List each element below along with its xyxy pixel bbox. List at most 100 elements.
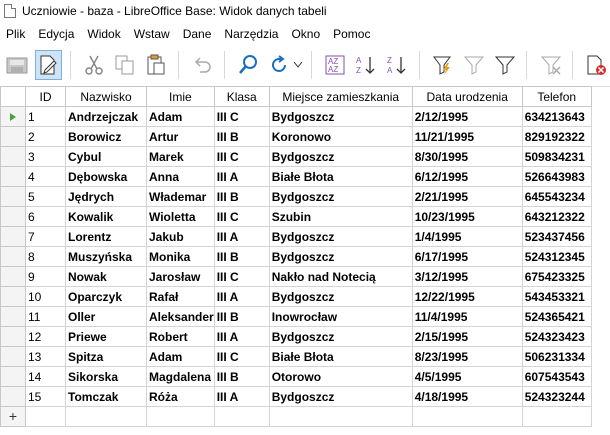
cell-telefon[interactable]: 829192322 [521, 126, 592, 147]
menu-widok[interactable]: Widok [81, 27, 127, 41]
cell-miejsce[interactable]: Inowrocław [268, 306, 413, 327]
new-record-selector[interactable]: + [0, 406, 26, 427]
cell-miejsce[interactable]: Bydgoszcz [268, 286, 413, 307]
row-selector[interactable] [0, 186, 26, 207]
new-record-cell[interactable] [213, 406, 270, 427]
table-row[interactable]: 4 Dębowska Anna III A Białe Błota 6/12/1995 52… [0, 166, 592, 187]
cell-klasa[interactable]: III A [213, 326, 270, 347]
row-selector[interactable] [0, 386, 26, 407]
cell-nazwisko[interactable]: Spitza [65, 346, 147, 367]
cell-telefon[interactable]: 506231334 [521, 346, 592, 367]
cell-nazwisko[interactable]: Jędrych [65, 186, 147, 207]
cell-miejsce[interactable]: Bydgoszcz [268, 106, 413, 127]
table-row[interactable]: 5 Jędrych Włademar III B Bydgoszcz 2/21/1995 6… [0, 186, 592, 207]
table-row[interactable]: 13 Spitza Adam III C Białe Błota 8/23/1995 506… [0, 346, 592, 367]
cell-imie[interactable]: Robert [146, 326, 215, 347]
cell-telefon[interactable]: 523437456 [521, 226, 592, 247]
row-header-corner[interactable] [0, 86, 26, 107]
table-row[interactable]: 6 Kowalik Wioletta III C Szubin 10/23/1995 643… [0, 206, 592, 227]
cell-telefon[interactable]: 675423325 [521, 266, 592, 287]
cell-nazwisko[interactable]: Sikorska [65, 366, 147, 387]
cell-imie[interactable]: Anna [146, 166, 215, 187]
cell-telefon[interactable]: 645543234 [521, 186, 592, 207]
cell-klasa[interactable]: III C [213, 346, 270, 367]
cell-telefon[interactable]: 509834231 [521, 146, 592, 167]
cell-telefon[interactable]: 543453321 [521, 286, 592, 307]
cell-nazwisko[interactable]: Oparczyk [65, 286, 147, 307]
menu-plik[interactable]: Plik [0, 27, 32, 41]
cell-miejsce[interactable]: Białe Błota [268, 166, 413, 187]
row-selector[interactable] [0, 146, 26, 167]
copy-button[interactable] [112, 50, 139, 80]
cell-miejsce[interactable]: Otorowo [268, 366, 413, 387]
cell-data-urodzenia[interactable]: 8/23/1995 [411, 346, 523, 367]
refresh-button[interactable] [265, 50, 292, 80]
cell-id[interactable]: 15 [25, 386, 66, 407]
cell-id[interactable]: 14 [25, 366, 66, 387]
cell-nazwisko[interactable]: Andrzejczak [65, 106, 147, 127]
new-record-cell[interactable] [268, 406, 413, 427]
sort-descending-button[interactable]: Z A [384, 50, 411, 80]
column-header-data-urodzenia[interactable]: Data urodzenia [411, 86, 523, 107]
row-selector[interactable] [0, 246, 26, 267]
autofilter-button[interactable] [430, 50, 457, 80]
row-selector[interactable] [0, 286, 26, 307]
cell-nazwisko[interactable]: Nowak [65, 266, 147, 287]
cell-klasa[interactable]: III B [213, 366, 270, 387]
cell-miejsce[interactable]: Koronowo [268, 126, 413, 147]
column-header-id[interactable]: ID [25, 86, 66, 107]
new-record-cell[interactable] [411, 406, 523, 427]
table-row[interactable]: 1 Andrzejczak Adam III C Bydgoszcz 2/12/1995 6… [0, 106, 592, 127]
cell-telefon[interactable]: 634213643 [521, 106, 592, 127]
cell-klasa[interactable]: III B [213, 186, 270, 207]
table-row[interactable]: 12 Priewe Robert III A Bydgoszcz 2/15/1995 524… [0, 326, 592, 347]
cell-imie[interactable]: Wioletta [146, 206, 215, 227]
cell-miejsce[interactable]: Nakło nad Notecią [268, 266, 413, 287]
cell-imie[interactable]: Monika [146, 246, 215, 267]
table-row[interactable]: 2 Borowicz Artur III B Koronowo 11/21/1995 829… [0, 126, 592, 147]
cell-telefon[interactable]: 524323423 [521, 326, 592, 347]
cell-klasa[interactable]: III C [213, 266, 270, 287]
cell-data-urodzenia[interactable]: 1/4/1995 [411, 226, 523, 247]
cell-nazwisko[interactable]: Tomczak [65, 386, 147, 407]
cell-data-urodzenia[interactable]: 2/21/1995 [411, 186, 523, 207]
cell-miejsce[interactable]: Bydgoszcz [268, 326, 413, 347]
new-record-cell[interactable] [521, 406, 592, 427]
cell-telefon[interactable]: 526643983 [521, 166, 592, 187]
menu-wstaw[interactable]: Wstaw [128, 27, 177, 41]
cell-imie[interactable]: Adam [146, 346, 215, 367]
cell-imie[interactable]: Jakub [146, 226, 215, 247]
row-selector[interactable] [0, 306, 26, 327]
cell-miejsce[interactable]: Szubin [268, 206, 413, 227]
cell-id[interactable]: 2 [25, 126, 66, 147]
menu-okno[interactable]: Okno [285, 27, 327, 41]
cell-id[interactable]: 1 [25, 106, 66, 127]
cell-id[interactable]: 11 [25, 306, 66, 327]
cell-id[interactable]: 5 [25, 186, 66, 207]
cell-data-urodzenia[interactable]: 2/12/1995 [411, 106, 523, 127]
table-row[interactable]: 11 Oller Aleksander III B Inowrocław 11/4/199… [0, 306, 592, 327]
row-selector[interactable] [0, 126, 26, 147]
cell-miejsce[interactable]: Bydgoszcz [268, 246, 413, 267]
cell-data-urodzenia[interactable]: 12/22/1995 [411, 286, 523, 307]
cell-data-urodzenia[interactable]: 8/30/1995 [411, 146, 523, 167]
cell-imie[interactable]: Rafał [146, 286, 215, 307]
cell-id[interactable]: 3 [25, 146, 66, 167]
row-selector[interactable] [0, 366, 26, 387]
sort-button[interactable]: AZ AZ [322, 50, 349, 80]
cell-telefon[interactable]: 643212322 [521, 206, 592, 227]
refresh-dropdown-button[interactable] [292, 50, 303, 80]
menu-narzedzia[interactable]: Narzędzia [218, 27, 285, 41]
table-row[interactable]: 9 Nowak Jarosław III C Nakło nad Notecią 3/12… [0, 266, 592, 287]
cell-miejsce[interactable]: Bydgoszcz [268, 146, 413, 167]
cell-miejsce[interactable]: Bydgoszcz [268, 186, 413, 207]
table-row[interactable]: 8 Muszyńska Monika III B Bydgoszcz 6/17/1995 5… [0, 246, 592, 267]
edit-data-button[interactable] [34, 50, 63, 80]
cell-imie[interactable]: Adam [146, 106, 215, 127]
cell-klasa[interactable]: III B [213, 306, 270, 327]
cell-miejsce[interactable]: Białe Błota [268, 346, 413, 367]
cell-nazwisko[interactable]: Cybul [65, 146, 147, 167]
table-row[interactable]: 7 Lorentz Jakub III A Bydgoszcz 1/4/1995 52343… [0, 226, 592, 247]
column-header-imie[interactable]: Imie [146, 86, 215, 107]
menu-edycja[interactable]: Edycja [32, 27, 81, 41]
